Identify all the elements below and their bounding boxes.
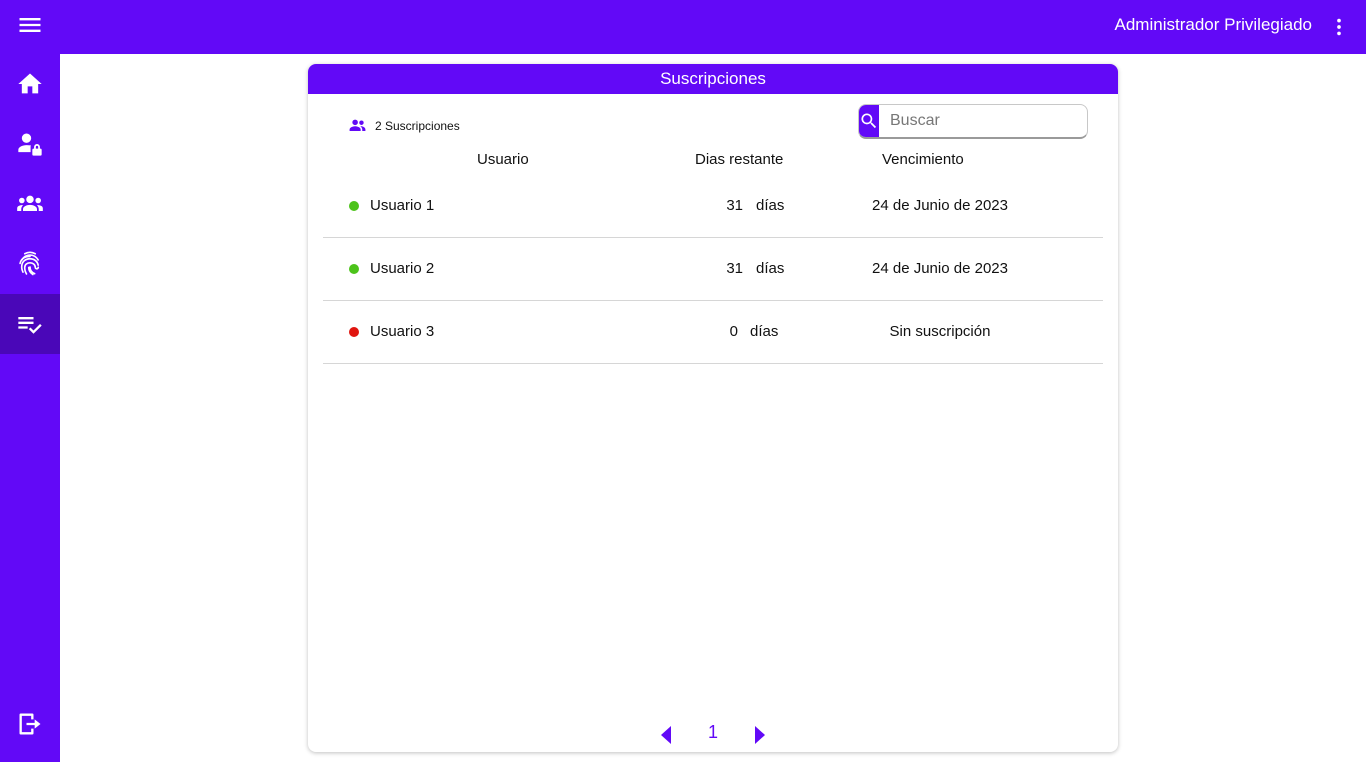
menu-icon: [19, 18, 41, 32]
people-icon: [349, 119, 366, 132]
group-icon: [17, 195, 43, 211]
checklist-icon: [18, 317, 42, 334]
search-icon: [861, 113, 877, 129]
row-days-unit: días: [750, 323, 779, 340]
table-row[interactable]: Usuario 2 31 días 24 de Junio de 2023: [323, 238, 1103, 301]
sidebar-item-biometrics[interactable]: [0, 234, 60, 294]
row-days-unit: días: [756, 260, 785, 277]
prev-page-button[interactable]: [658, 726, 674, 744]
menu-button[interactable]: [0, 0, 60, 50]
subscription-count-label: 2 Suscripciones: [375, 118, 460, 133]
caret-right-icon: [755, 726, 765, 744]
status-dot: [349, 201, 359, 211]
topbar: Administrador Privilegiado: [60, 0, 1366, 54]
pagination: 1: [308, 720, 1118, 748]
table-row[interactable]: Usuario 1 31 días 24 de Junio de 2023: [323, 175, 1103, 238]
sidebar-item-home[interactable]: [0, 54, 60, 114]
row-days-unit: días: [756, 197, 785, 214]
column-header-user[interactable]: Usuario: [477, 151, 529, 168]
more-vertical-icon: [1337, 18, 1341, 36]
status-dot: [349, 264, 359, 274]
sidebar-item-subscriptions[interactable]: [0, 294, 60, 354]
row-expiry: Sin suscripción: [889, 323, 991, 340]
sidebar: [0, 0, 60, 762]
row-user: Usuario 1: [370, 197, 435, 214]
row-user: Usuario 3: [370, 323, 435, 340]
more-options-button[interactable]: [1328, 13, 1350, 41]
search-button[interactable]: [859, 105, 879, 137]
logout-icon: [19, 713, 41, 735]
column-header-days[interactable]: Dias restante: [695, 151, 783, 168]
card-title: Suscripciones: [308, 64, 1118, 94]
subscriptions-table: Usuario 1 31 días 24 de Junio de 2023 Us…: [323, 175, 1103, 364]
current-page[interactable]: 1: [703, 722, 723, 743]
sidebar-item-groups[interactable]: [0, 174, 60, 234]
sidebar-item-user-access[interactable]: [0, 114, 60, 174]
fingerprint-icon: [19, 251, 40, 276]
subscription-count: 2 Suscripciones: [348, 116, 460, 135]
user-lock-icon: [18, 133, 42, 156]
search-input[interactable]: [879, 105, 1087, 137]
row-days: 0: [729, 323, 738, 340]
logout-button[interactable]: [0, 694, 60, 754]
search-box: [858, 104, 1088, 139]
row-expiry: 24 de Junio de 2023: [872, 197, 1008, 214]
row-days: 31: [726, 197, 743, 214]
next-page-button[interactable]: [752, 726, 768, 744]
row-expiry: 24 de Junio de 2023: [872, 260, 1008, 277]
column-header-expiry[interactable]: Vencimiento: [882, 151, 964, 168]
user-name[interactable]: Administrador Privilegiado: [1115, 15, 1312, 35]
caret-left-icon: [661, 726, 671, 744]
row-user: Usuario 2: [370, 260, 435, 277]
row-days: 31: [726, 260, 743, 277]
status-dot: [349, 327, 359, 337]
table-row[interactable]: Usuario 3 0 días Sin suscripción: [323, 301, 1103, 364]
subscriptions-card: Suscripciones 2 Suscripciones Usuario Di…: [308, 64, 1118, 752]
home-icon: [18, 73, 42, 94]
